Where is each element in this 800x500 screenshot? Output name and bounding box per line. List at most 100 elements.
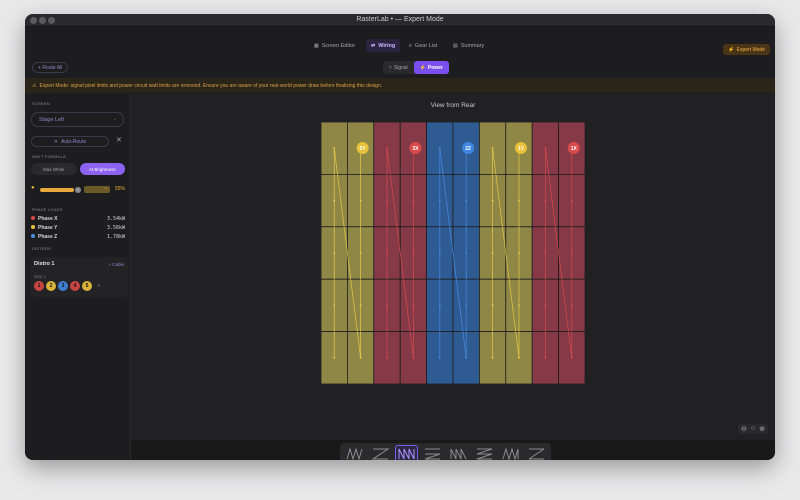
pattern-button[interactable] xyxy=(447,445,470,460)
auto-route-label: Auto-Route xyxy=(60,138,87,145)
reset-icon[interactable]: ○ xyxy=(751,425,755,433)
view-title: View from Rear xyxy=(430,102,476,109)
panel-node xyxy=(359,304,362,307)
phase-load: 3.56kW xyxy=(106,225,125,231)
bolt-icon: ⚡ xyxy=(419,64,426,71)
warning-text: Expert Mode: signal pixel limits and pow… xyxy=(39,82,383,89)
mode-signal-button[interactable]: ≈ Signal xyxy=(383,61,414,74)
add-cable-button[interactable]: + Cable xyxy=(108,262,124,267)
route-all-button[interactable]: + Route All xyxy=(32,62,69,73)
link-icon: ⇄ xyxy=(371,42,376,49)
circuit-button[interactable]: 2 xyxy=(46,281,56,291)
panel-node xyxy=(570,199,573,202)
phase-name: Phase Z xyxy=(38,234,58,240)
phase-z-dot xyxy=(31,234,35,238)
mode-label: Power xyxy=(427,64,443,71)
tab-gear-list[interactable]: ≡ Gear List xyxy=(404,39,442,52)
at-brightness-button[interactable]: At Brightness xyxy=(79,163,125,175)
circuit-button[interactable]: 5 xyxy=(82,281,92,291)
watt-formula-toggle: Max White At Brightness xyxy=(31,163,125,175)
panel-node xyxy=(491,356,494,359)
circuit-button[interactable]: 4 xyxy=(70,281,80,291)
panel-node xyxy=(438,304,441,307)
panel-node xyxy=(544,304,547,307)
brightness-slider-track[interactable] xyxy=(40,188,74,192)
phase-row-z: Phase Z 1.78kW xyxy=(31,234,125,242)
tab-wiring[interactable]: ⇄ Wiring xyxy=(366,39,401,52)
phase-name: Phase X xyxy=(38,216,58,222)
pattern-button[interactable] xyxy=(525,445,548,460)
sidebar: SCREEN Stage Left ⌄ ✕ Auto-Route ✕ WATT … xyxy=(25,94,131,460)
panel-node xyxy=(570,252,573,254)
panel-node xyxy=(544,147,547,150)
panel-grid[interactable]: 5Y 3X 2Z 1Y 1X xyxy=(321,122,585,384)
tab-screen-editor[interactable]: ▦ Screen Editor xyxy=(309,39,360,52)
zoom-in-icon[interactable]: ⊕ xyxy=(759,425,765,433)
panel-node xyxy=(412,199,415,202)
zoom-out-icon[interactable]: ⊖ xyxy=(741,425,747,433)
title-bar: RasterLab • — Expert Mode xyxy=(25,14,775,27)
phase-name: Phase Y xyxy=(38,225,58,231)
circuit-list: 1 2 3 4 5 + xyxy=(34,281,104,291)
panel-node xyxy=(359,199,362,202)
circuit-badge-label: 3X xyxy=(412,146,419,152)
tab-label: Screen Editor xyxy=(321,42,356,49)
panel-node xyxy=(386,252,388,254)
bolt-icon: ⚡ xyxy=(728,46,735,53)
circuit-button[interactable]: 3 xyxy=(58,281,68,291)
brightness-slider-handle[interactable] xyxy=(75,187,81,193)
pattern-button[interactable] xyxy=(369,445,392,460)
panel-node xyxy=(518,304,520,307)
pattern-button[interactable] xyxy=(343,445,366,460)
phase-x-dot xyxy=(31,216,35,220)
pattern-7-icon xyxy=(502,446,519,460)
brightness-control: ● ⌄ 55% xyxy=(31,184,131,194)
tab-label: Summary xyxy=(460,42,485,49)
pattern-5-icon xyxy=(450,448,467,459)
panel-node xyxy=(465,304,468,307)
clear-route-icon[interactable]: ✕ xyxy=(116,136,122,144)
panel-node xyxy=(438,356,441,359)
tab-summary[interactable]: ▤ Summary xyxy=(448,39,489,52)
panel-node xyxy=(333,304,336,307)
phase-row-y: Phase Y 3.56kW xyxy=(31,225,125,233)
panel-node xyxy=(438,199,441,202)
watt-formula-label: WATT FORMULA xyxy=(32,154,66,159)
pattern-3-icon xyxy=(398,448,415,459)
route-all-label: Route All xyxy=(42,64,63,71)
panel-node xyxy=(544,252,547,254)
pattern-button[interactable] xyxy=(499,445,522,460)
list-icon: ≡ xyxy=(409,42,412,49)
circuit-badge-label: 5Y xyxy=(360,146,367,152)
distro-name: Distro 1 xyxy=(34,261,55,267)
window-title: RasterLab • — Expert Mode xyxy=(356,16,444,23)
auto-route-button[interactable]: ✕ Auto-Route xyxy=(31,136,109,147)
max-white-button[interactable]: Max White xyxy=(31,163,77,175)
top-nav: ▦ Screen Editor ⇄ Wiring ≡ Gear List ▤ S… xyxy=(25,28,775,59)
grid-icon: ▦ xyxy=(314,42,319,49)
add-circuit-button[interactable]: + xyxy=(94,281,104,291)
brightness-dropdown[interactable]: ⌄ xyxy=(84,185,110,193)
panel-node xyxy=(491,304,494,307)
soc-label: SOC 1 xyxy=(34,274,47,279)
distros-label: DISTROS xyxy=(32,246,52,251)
chevron-down-icon: ⌄ xyxy=(103,185,108,191)
sub-toolbar: + Route All ≈ Signal ⚡ Power xyxy=(25,60,775,78)
panel-node xyxy=(386,356,388,359)
panel-node xyxy=(438,252,441,254)
expert-mode-button[interactable]: ⚡ Expert Mode xyxy=(723,44,770,55)
screen-select[interactable]: Stage Left ⌄ xyxy=(31,112,124,127)
circuit-button[interactable]: 1 xyxy=(34,281,44,291)
pattern-button[interactable] xyxy=(395,445,418,460)
pattern-4-icon xyxy=(424,448,441,459)
panel-node xyxy=(333,252,336,254)
signal-icon: ≈ xyxy=(389,64,392,71)
screen-select-value: Stage Left xyxy=(39,116,65,123)
screen-section-label: SCREEN xyxy=(32,101,50,106)
mode-label: Signal xyxy=(393,64,408,71)
pattern-button[interactable] xyxy=(473,445,496,460)
panel-node xyxy=(518,252,520,254)
circuit-badge-label: 1Y xyxy=(518,146,525,152)
pattern-button[interactable] xyxy=(421,445,444,460)
mode-power-button[interactable]: ⚡ Power xyxy=(413,61,449,74)
